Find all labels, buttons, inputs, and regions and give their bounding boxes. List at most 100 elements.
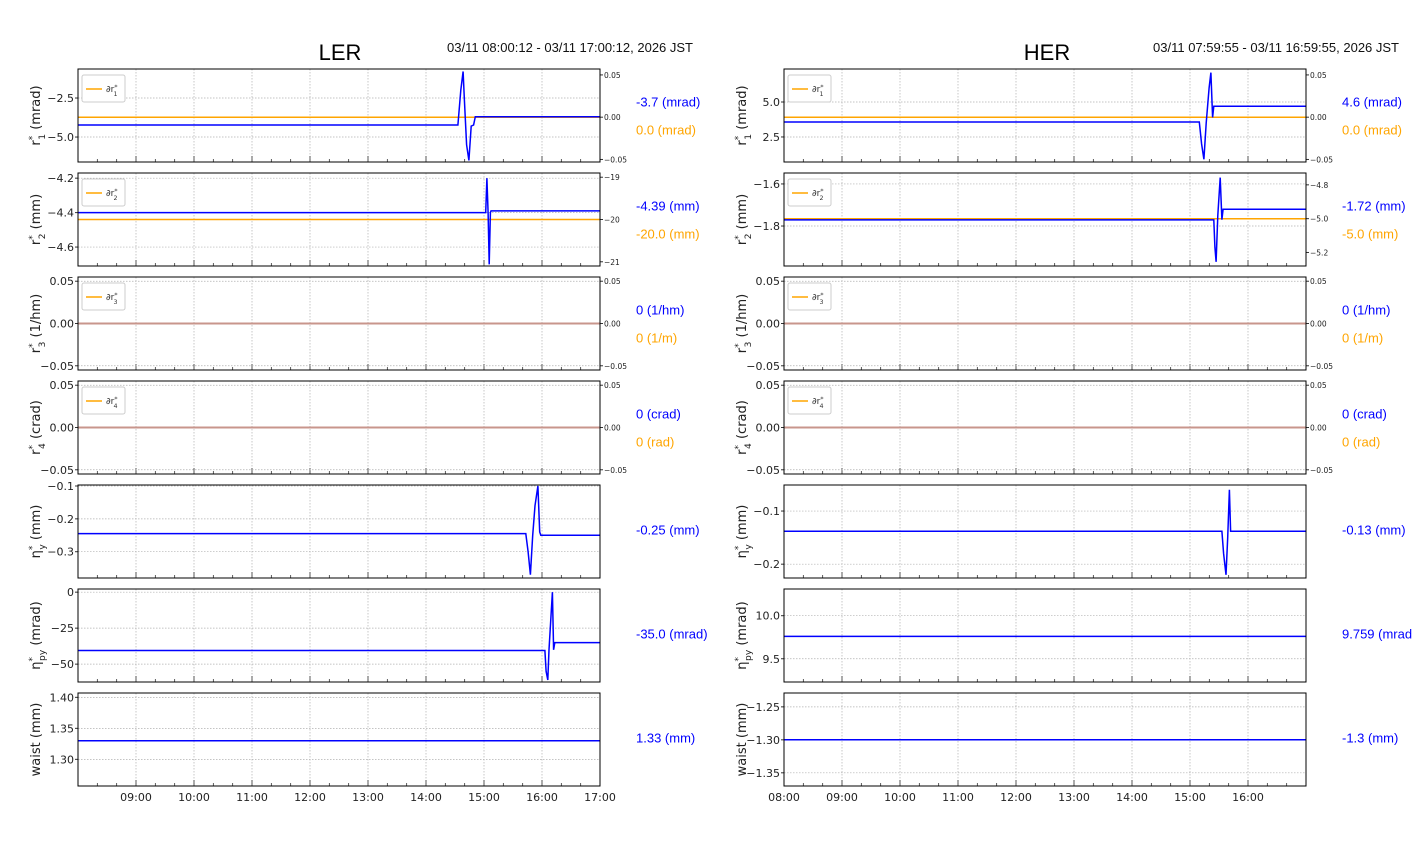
legend: ∂r* 3: [787, 282, 832, 311]
right-tick-label: −0.05: [604, 466, 627, 475]
x-tick-label: 15:00: [468, 791, 500, 804]
measured-line: [78, 485, 600, 575]
current-measured-value: 0 (1/hm): [1342, 303, 1390, 318]
y-tick-label: 0.05: [50, 275, 75, 288]
x-tick-label: 09:00: [120, 791, 152, 804]
panel: −0.1 −0.2 −0.3η*y (mm) -0.25 (mm): [28, 480, 700, 579]
legend: ∂r* 1: [81, 74, 126, 103]
y-tick-label: −50: [51, 658, 74, 671]
her-chart: HER 03/11 07:59:55 - 03/11 16:59:55, 2026…: [734, 40, 1412, 804]
current-measured-value: -1.72 (mm): [1342, 199, 1406, 214]
measured-line: [78, 178, 600, 265]
right-tick-label: −0.05: [604, 362, 627, 371]
current-measured-value: -35.0 (mrad): [636, 627, 708, 642]
panel: 0 −25 −50η*py (mrad) -35.0 (mrad): [28, 586, 708, 683]
panel-frame: [77, 484, 601, 579]
panel-frame: [77, 68, 601, 163]
y-tick-label: −25: [51, 622, 74, 635]
y-tick-label: 0.00: [756, 422, 781, 435]
ler-chart: LER 03/11 08:00:12 - 03/11 17:00:12, 2026…: [28, 40, 708, 804]
y-tick-label: −4.4: [47, 207, 74, 220]
y-tick-label: 10.0: [756, 610, 781, 623]
y-axis-label: r*4 (crad): [28, 400, 48, 455]
current-measured-value: -3.7 (mrad): [636, 95, 700, 110]
right-tick-label: −4.8: [1310, 181, 1328, 190]
y-axis-label: r*1 (mrad): [734, 85, 754, 145]
panel: 0.05 0.00 −0.05 0.05 0.00 −0.05 ∂r* 3 r*3 (1/hm)…: [28, 275, 684, 373]
measured-line: [784, 72, 1306, 160]
current-setpoint-value: 0 (1/m): [636, 331, 677, 346]
right-tick-label: −20: [604, 216, 620, 225]
y-axis-label: r*4 (crad): [734, 400, 754, 455]
y-axis-label: r*2 (mm): [734, 194, 754, 245]
current-setpoint-value: 0 (rad): [1342, 435, 1380, 450]
y-tick-label: 1.40: [50, 691, 75, 704]
x-tick-label: 16:00: [526, 791, 558, 804]
y-tick-label: −1.30: [746, 734, 780, 747]
y-tick-label: −1.35: [746, 767, 780, 780]
y-axis-label: η*py (mrad): [734, 601, 754, 669]
panel: 1.40 1.35 1.30 waist (mm) 1.33 (mm): [29, 691, 695, 787]
right-tick-label: 0.00: [604, 113, 621, 122]
x-tick-label: 16:00: [1232, 791, 1264, 804]
x-tick-label: 15:00: [1174, 791, 1206, 804]
x-tick-label: 14:00: [410, 791, 442, 804]
current-setpoint-value: 0.0 (mrad): [1342, 123, 1402, 138]
current-setpoint-value: -20.0 (mm): [636, 227, 700, 242]
panel-frame: [783, 588, 1307, 683]
y-tick-label: −1.6: [753, 178, 780, 191]
panel-frame: [77, 692, 601, 787]
current-measured-value: 9.759 (mrad): [1342, 627, 1412, 642]
measured-line: [784, 177, 1306, 262]
chart-title: LER: [319, 40, 362, 65]
panel-frame: [77, 588, 601, 683]
x-tick-label: 12:00: [294, 791, 326, 804]
y-tick-label: 0.05: [756, 379, 781, 392]
panel-frame: [783, 68, 1307, 163]
right-tick-label: −5.0: [1310, 215, 1328, 224]
y-tick-label: 0.00: [50, 422, 75, 435]
right-tick-label: 0.05: [604, 277, 621, 286]
panel: 0.05 0.00 −0.05 0.05 0.00 −0.05 ∂r* 3 r*3 (1/hm)…: [734, 275, 1390, 373]
right-tick-label: −0.05: [1310, 362, 1333, 371]
measured-line: [78, 71, 600, 161]
x-tick-label: 17:00: [584, 791, 616, 804]
legend: ∂r* 2: [81, 178, 126, 207]
y-axis-label: waist (mm): [735, 703, 750, 777]
x-tick-label: 08:00: [768, 791, 800, 804]
legend: ∂r* 3: [81, 282, 126, 311]
y-tick-label: −1.25: [746, 701, 780, 714]
current-measured-value: -4.39 (mm): [636, 199, 700, 214]
right-tick-label: −19: [604, 173, 620, 182]
y-tick-label: −0.2: [47, 513, 74, 526]
right-tick-label: 0.00: [604, 424, 621, 433]
legend: ∂r* 1: [787, 74, 832, 103]
panel: 5.0 2.5 0.05 0.00 −0.05 ∂r* 1 r*1 (mrad) 4.6 (mr…: [734, 68, 1402, 164]
right-tick-label: 0.00: [1310, 113, 1327, 122]
right-tick-label: 0.05: [1310, 71, 1327, 80]
measured-line: [784, 489, 1306, 575]
panel: −1.25 −1.30 −1.35waist (mm) -1.3 (mm): [735, 692, 1398, 787]
right-tick-label: −5.2: [1310, 248, 1328, 257]
legend: ∂r* 4: [81, 386, 126, 415]
y-tick-label: −0.3: [47, 546, 74, 559]
y-tick-label: −0.05: [40, 360, 74, 373]
y-tick-label: 0.05: [50, 379, 75, 392]
current-measured-value: -0.25 (mm): [636, 523, 700, 538]
panel: −4.2 −4.4 −4.6 −19 −20 −21 ∂r* 2 r*2 (mm) -4.39 (…: [28, 172, 700, 267]
right-tick-label: 0.05: [1310, 277, 1327, 286]
time-range: 03/11 08:00:12 - 03/11 17:00:12, 2026 JS…: [447, 40, 693, 55]
y-tick-label: −0.05: [40, 464, 74, 477]
y-axis-label: η*py (mrad): [28, 601, 48, 669]
right-tick-label: −21: [604, 258, 620, 267]
panel: −0.1 −0.2η*y (mm) -0.13 (mm): [734, 484, 1406, 579]
y-axis-label: η*y (mm): [28, 505, 48, 559]
y-tick-label: −0.05: [746, 360, 780, 373]
legend: ∂r* 2: [787, 178, 832, 207]
x-tick-label: 13:00: [1058, 791, 1090, 804]
y-axis-label: r*1 (mrad): [28, 85, 48, 145]
y-tick-label: −1.8: [753, 220, 780, 233]
x-tick-label: 14:00: [1116, 791, 1148, 804]
current-setpoint-value: 0.0 (mrad): [636, 123, 696, 138]
x-tick-label: 11:00: [236, 791, 268, 804]
